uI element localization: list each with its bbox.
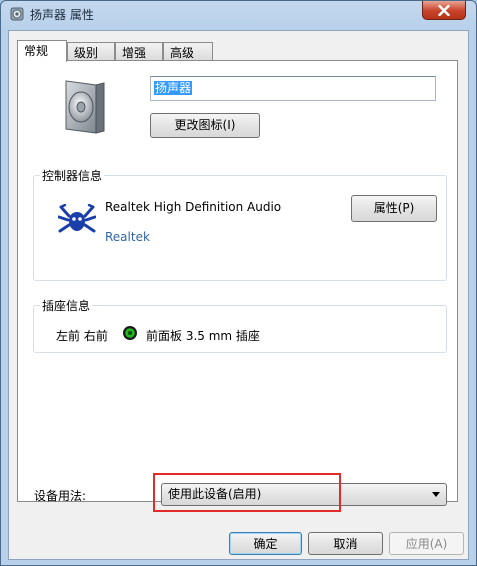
ok-label: 确定 — [253, 537, 278, 551]
cancel-button[interactable]: 取消 — [308, 532, 383, 555]
tab-label: 高级 — [170, 46, 195, 60]
jack-description: 前面板 3.5 mm 插座 — [146, 329, 260, 343]
tab-label: 级别 — [74, 46, 99, 60]
device-name-text: 扬声器 — [154, 81, 193, 95]
change-icon-label: 更改图标(I) — [174, 118, 236, 132]
dialog-client-area: 常规 级别 增强 高级 扬声器 更改图标(I) 控制器信息 Realtek Hi… — [8, 30, 469, 560]
properties-window: 扬声器 属性 常规 级别 增强 高级 扬声器 更改图标(I) 控制器信息 Rea… — [0, 0, 477, 566]
close-icon — [438, 5, 450, 16]
jack-channels: 左前 右前 — [56, 329, 108, 343]
window-title: 扬声器 属性 — [30, 8, 94, 22]
device-usage-select[interactable]: 使用此设备(启用) — [161, 483, 447, 506]
device-usage-value: 使用此设备(启用) — [168, 487, 262, 501]
ok-button[interactable]: 确定 — [229, 532, 302, 555]
controller-info-group: 控制器信息 Realtek High Definition Audio Real… — [33, 167, 447, 281]
realtek-crab-icon — [58, 204, 96, 233]
apply-button[interactable]: 应用(A) — [389, 532, 464, 555]
change-icon-button[interactable]: 更改图标(I) — [150, 113, 260, 138]
controller-group-label: 控制器信息 — [40, 167, 105, 184]
speaker-icon — [65, 80, 105, 134]
tab-label: 增强 — [122, 46, 147, 60]
tab-enhancements[interactable]: 增强 — [115, 42, 163, 60]
apply-label: 应用(A) — [405, 537, 448, 551]
tab-advanced[interactable]: 高级 — [163, 42, 213, 60]
controller-name: Realtek High Definition Audio — [105, 200, 282, 214]
speaker-title-icon — [10, 7, 24, 21]
green-jack-icon — [123, 326, 137, 340]
jack-group-label: 插座信息 — [40, 297, 93, 314]
close-button[interactable] — [422, 1, 466, 20]
jack-info-group: 插座信息 左前 右前 前面板 3.5 mm 插座 — [33, 297, 447, 353]
general-tab-panel: 扬声器 更改图标(I) 控制器信息 Realtek High Definitio… — [17, 60, 458, 502]
properties-button-label: 属性(P) — [373, 201, 415, 215]
dropdown-arrow-icon — [432, 492, 440, 497]
tab-general[interactable]: 常规 — [17, 40, 67, 62]
device-name-input[interactable]: 扬声器 — [150, 76, 436, 101]
tab-label: 常规 — [24, 44, 49, 58]
tab-levels[interactable]: 级别 — [67, 42, 115, 60]
device-usage-label: 设备用法: — [34, 489, 87, 503]
controller-properties-button[interactable]: 属性(P) — [351, 195, 437, 222]
controller-vendor-link[interactable]: Realtek — [105, 230, 150, 244]
title-bar[interactable]: 扬声器 属性 — [1, 1, 476, 29]
cancel-label: 取消 — [333, 537, 358, 551]
